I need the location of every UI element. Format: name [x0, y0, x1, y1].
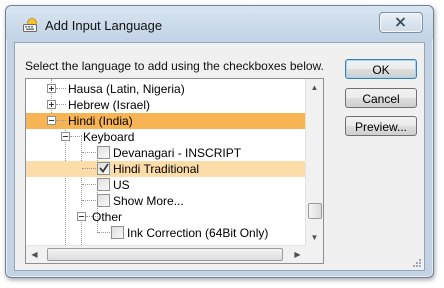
- window-title: Add Input Language: [45, 18, 163, 33]
- tree-item-show-more[interactable]: Show More...: [26, 193, 305, 209]
- checkbox-ink-correction[interactable]: [111, 226, 124, 239]
- checkbox-devanagari[interactable]: [97, 146, 110, 159]
- horizontal-scrollbar[interactable]: ◀ ▶: [26, 245, 306, 263]
- tree-item-ink-correction[interactable]: Ink Correction (64Bit Only): [26, 221, 305, 241]
- keyboard-globe-icon: [23, 18, 37, 32]
- tree-item-keyboard[interactable]: Keyboard: [26, 129, 305, 145]
- collapse-icon[interactable]: [61, 132, 70, 141]
- vertical-scrollbar[interactable]: ▲ ▼: [305, 79, 323, 246]
- tree-item-hausa[interactable]: Hausa (Latin, Nigeria): [26, 79, 305, 97]
- instruction-text: Select the language to add using the che…: [25, 59, 324, 73]
- expand-icon[interactable]: [47, 100, 56, 109]
- preview-button[interactable]: Preview...: [345, 116, 417, 136]
- close-button[interactable]: [379, 12, 423, 33]
- scrollbar-corner: [306, 246, 323, 263]
- tree-item-hindi-traditional[interactable]: Hindi Traditional: [26, 161, 305, 177]
- checkbox-hindi-traditional[interactable]: [97, 162, 110, 175]
- close-x-icon: [395, 17, 406, 27]
- checkbox-us[interactable]: [97, 178, 110, 191]
- ok-button[interactable]: OK: [345, 59, 417, 79]
- checkmark-icon: [99, 163, 109, 173]
- collapse-icon[interactable]: [47, 116, 56, 125]
- vertical-scroll-thumb[interactable]: [308, 203, 322, 219]
- dialog-window: Add Input Language Select the language t…: [5, 5, 434, 278]
- title-bar[interactable]: Add Input Language: [6, 6, 433, 39]
- language-tree[interactable]: Hausa (Latin, Nigeria) Hebrew (Israel) H…: [25, 78, 324, 264]
- tree-item-other[interactable]: Other: [26, 209, 305, 225]
- cancel-button[interactable]: Cancel: [345, 88, 417, 108]
- scroll-down-arrow-icon[interactable]: ▼: [306, 229, 323, 246]
- horizontal-scroll-thumb[interactable]: [47, 248, 283, 261]
- tree-item-devanagari[interactable]: Devanagari - INSCRIPT: [26, 145, 305, 161]
- scroll-right-arrow-icon[interactable]: ▶: [289, 246, 306, 263]
- resize-grip-icon[interactable]: [412, 258, 422, 268]
- checkbox-show-more[interactable]: [97, 194, 110, 207]
- expand-icon[interactable]: [47, 84, 56, 93]
- tree-item-us[interactable]: US: [26, 177, 305, 193]
- collapse-icon[interactable]: [77, 212, 86, 221]
- tree-item-hebrew[interactable]: Hebrew (Israel): [26, 97, 305, 113]
- dialog-client-area: Select the language to add using the che…: [14, 42, 425, 271]
- tree-item-hindi[interactable]: Hindi (India): [26, 113, 305, 129]
- scroll-left-arrow-icon[interactable]: ◀: [26, 246, 43, 263]
- scroll-up-arrow-icon[interactable]: ▲: [306, 79, 323, 96]
